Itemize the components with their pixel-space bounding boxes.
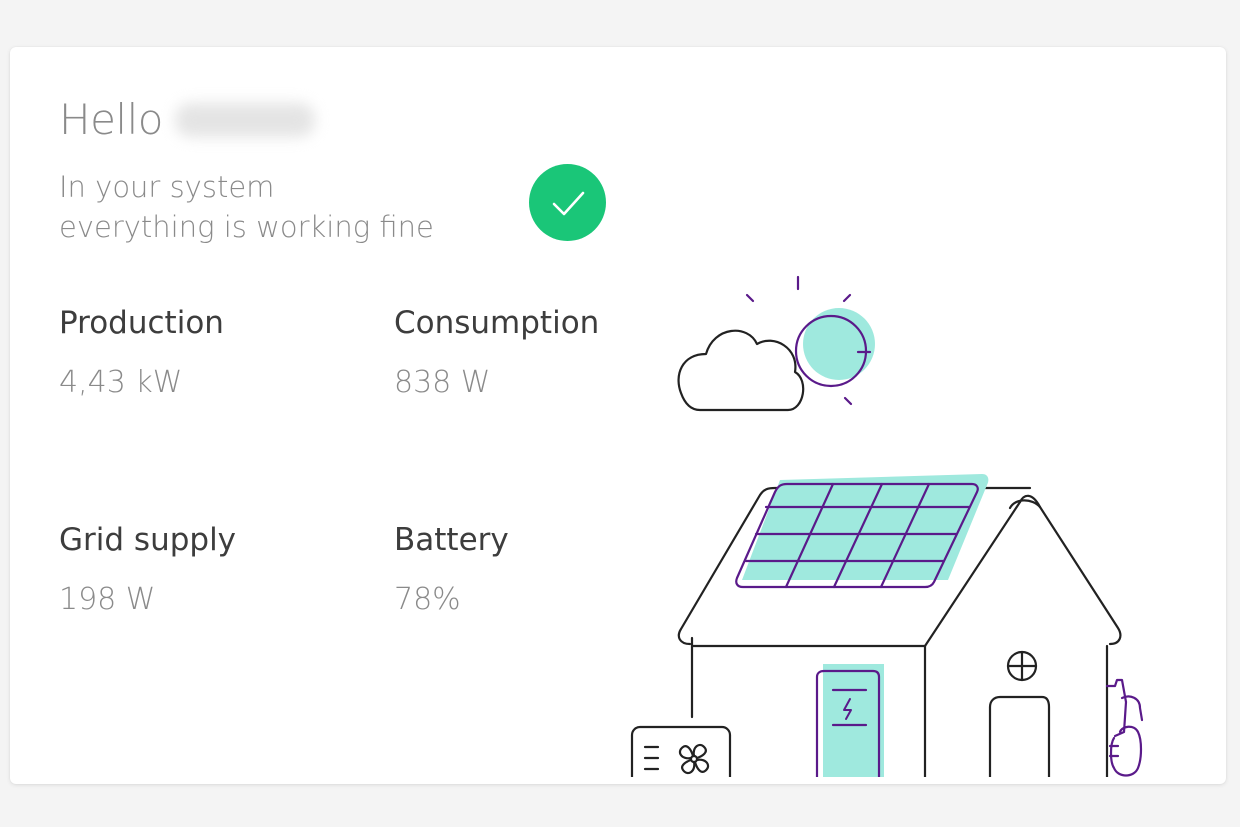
greeting-text: Hello (59, 95, 163, 144)
metric-consumption: Consumption 838 W (394, 305, 599, 400)
status-line-1: In your system (59, 170, 275, 204)
production-label: Production (59, 305, 224, 341)
production-value: 4,43 kW (59, 365, 183, 400)
house-energy-illustration (630, 275, 1144, 777)
solar-panel-icon (735, 474, 989, 589)
metric-grid-supply: Grid supply 198 W (59, 522, 236, 617)
consumption-label: Consumption (394, 305, 600, 341)
blurred-user-name (174, 102, 315, 137)
grid-supply-value: 198 W (59, 582, 156, 617)
status-ok-badge (529, 164, 606, 241)
ev-charger-icon (1105, 678, 1144, 777)
metric-battery: Battery 78% (394, 522, 509, 617)
system-status-card: Hello In your system everything is worki… (10, 47, 1226, 784)
greeting-heading: Hello (59, 95, 315, 144)
battery-label: Battery (394, 522, 509, 558)
home-battery-icon (815, 664, 884, 777)
heat-pump-icon (630, 725, 732, 777)
consumption-value: 838 W (394, 365, 491, 400)
metric-production: Production 4,43 kW (59, 305, 224, 400)
checkmark-icon (552, 191, 584, 215)
status-line-2: everything is working fine (59, 210, 434, 244)
battery-value: 78% (394, 582, 461, 617)
cloud-icon (677, 329, 805, 412)
system-status-message: In your system everything is working fin… (59, 167, 434, 247)
grid-supply-label: Grid supply (59, 522, 237, 558)
